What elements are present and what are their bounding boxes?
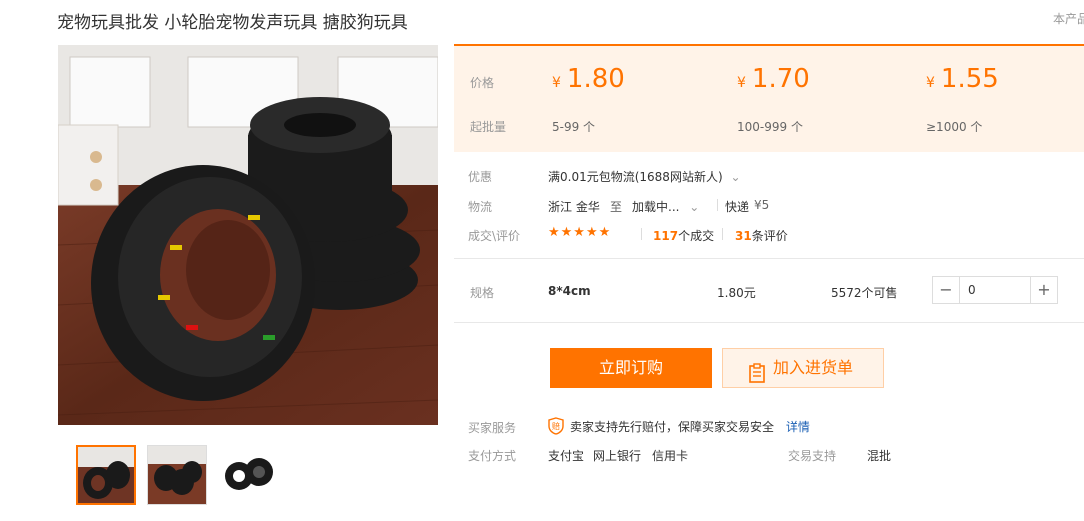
promo-dropdown[interactable]: 满0.01元包物流(1688网站新人) ⌄ [548,168,741,185]
quantity-input[interactable] [960,277,1030,303]
clipboard-icon [749,359,765,397]
svg-text:赔: 赔 [552,421,560,431]
currency-symbol: ¥ [926,75,935,91]
side-note: 本产品 [1053,12,1084,26]
range-tier-2: 100-999 个 [737,120,803,134]
to-text: 至 [610,200,623,214]
price-panel [454,44,1084,152]
destination-select[interactable]: 加载中... ⌄ [632,198,699,215]
currency-symbol: ¥ [552,75,561,91]
divider [722,228,723,240]
payment-method-3: 信用卡 [652,449,689,463]
spec-label: 规格 [470,286,495,300]
thumbnail-image [78,447,134,503]
origin: 浙江 金华 [548,200,600,214]
divider [641,228,642,240]
promo-label: 优惠 [468,170,493,184]
add-to-purchase-list-button[interactable]: 加入进货单 [722,348,884,388]
chevron-down-icon: ⌄ [689,200,700,214]
spec-price: 1.80元 [717,286,756,300]
payment-label: 支付方式 [468,449,517,463]
deals-count: 117 [653,229,679,243]
thumbnail-1[interactable] [76,445,136,505]
logistics-label: 物流 [468,200,493,214]
price-tier-2: ¥1.70 [737,64,810,94]
main-product-image[interactable] [58,45,438,425]
buyer-service-label: 买家服务 [468,421,517,435]
thumbnail-image [148,446,206,504]
destination-value: 加载中... [632,200,680,214]
section-divider [454,258,1084,259]
price-label: 价格 [470,76,495,90]
quantity-minus-button[interactable]: − [933,277,960,303]
price-value: 1.70 [751,64,810,94]
spec-name: 8*4cm [548,284,591,298]
price-value: 1.80 [566,64,625,94]
add-to-purchase-list-label: 加入进货单 [773,358,854,377]
shipping-method: 快递 [725,200,750,214]
deals-text: 个成交 [678,229,715,243]
price-tier-3: ¥1.55 [926,64,999,94]
order-now-button[interactable]: 立即订购 [550,348,712,388]
thumbnail-3[interactable] [218,445,278,505]
reviews-count: 31 [735,229,752,243]
tire-photo [58,45,438,425]
spec-stock: 5572个可售 [831,286,898,300]
buyer-service-text: 卖家支持先行赔付，保障买家交易安全 [570,420,775,434]
payment-method-1: 支付宝 [548,449,585,463]
trade-support-value: 混批 [867,449,892,463]
trade-support-label: 交易支持 [788,449,837,463]
payment-method-2: 网上银行 [593,449,642,463]
price-value: 1.55 [940,64,999,94]
reviews-text: 条评价 [751,229,788,243]
shield-icon: 赔 [548,417,564,438]
price-tier-1: ¥1.80 [552,64,625,94]
range-tier-3: ≥1000 个 [926,120,983,134]
divider [717,199,718,211]
range-tier-1: 5-99 个 [552,120,596,134]
quantity-stepper[interactable]: − + [932,276,1058,304]
deals-count-link[interactable]: 117个成交 [653,227,714,244]
product-title: 宠物玩具批发 小轮胎宠物发声玩具 搪胶狗玩具 [57,13,408,33]
deals-label: 成交\评价 [468,229,521,243]
chevron-down-icon: ⌄ [730,170,741,184]
moq-label: 起批量 [470,120,507,134]
promo-value: 满0.01元包物流(1688网站新人) [548,170,723,184]
currency-symbol: ¥ [737,75,746,91]
reviews-count-link[interactable]: 31条评价 [735,227,788,244]
rating-stars: ★★★★★ [548,225,612,240]
thumbnail-2[interactable] [147,445,207,505]
thumbnail-image [219,446,277,504]
quantity-plus-button[interactable]: + [1030,277,1057,303]
details-link[interactable]: 详情 [786,420,810,434]
buyer-service: 赔 卖家支持先行赔付，保障买家交易安全 详情 [548,417,810,438]
shipping-price: ¥5 [754,198,770,212]
section-divider [454,322,1084,323]
